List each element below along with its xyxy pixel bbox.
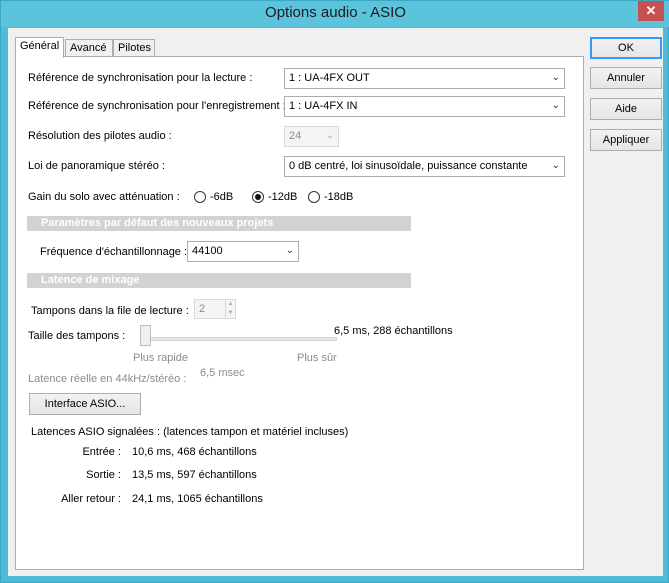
help-button[interactable]: Aide (590, 98, 662, 120)
sample-rate-select[interactable]: 44100 ⌄ (187, 241, 299, 262)
tab-drivers[interactable]: Pilotes (113, 39, 155, 57)
input-latency-value: 10,6 ms, 468 échantillons (132, 446, 257, 458)
stepper-up-icon[interactable]: ▲ (226, 300, 235, 309)
solo-gain-label: Gain du solo avec atténuation : (28, 191, 180, 203)
radio-label-minus-18db: -18dB (324, 191, 354, 203)
asio-interface-button[interactable]: Interface ASIO... (29, 393, 141, 415)
driver-resolution-label: Résolution des pilotes audio : (28, 130, 172, 142)
output-latency-label: Sortie : (86, 469, 121, 481)
buffer-size-value: 6,5 ms, 288 échantillons (334, 325, 453, 337)
input-latency-label: Entrée : (82, 446, 121, 458)
reported-latency-heading: Latences ASIO signalées : (latences tamp… (31, 426, 349, 438)
round-trip-latency-label: Aller retour : (61, 493, 121, 505)
tab-general[interactable]: Général (15, 37, 64, 58)
driver-resolution-value: 24 (289, 130, 302, 142)
buffer-size-slider-track[interactable] (142, 337, 337, 341)
radio-minus-12db[interactable] (252, 191, 264, 203)
effective-latency-value: 6,5 msec (200, 367, 245, 379)
sample-rate-value: 44100 (192, 245, 223, 257)
pan-law-select[interactable]: 0 dB centré, loi sinusoïdale, puissance … (284, 156, 565, 177)
pan-law-label: Loi de panoramique stéréo : (28, 160, 165, 172)
chevron-down-icon: ⌄ (551, 100, 560, 111)
pan-law-value: 0 dB centré, loi sinusoïdale, puissance … (289, 160, 528, 172)
chevron-down-icon: ⌄ (325, 130, 334, 141)
record-sync-select[interactable]: 1 : UA-4FX IN ⌄ (284, 96, 565, 117)
cancel-button[interactable]: Annuler (590, 67, 662, 89)
stepper-arrows[interactable]: ▲ ▼ (225, 300, 235, 318)
buffers-in-queue-label: Tampons dans la file de lecture : (31, 305, 189, 317)
radio-label-minus-6db: -6dB (210, 191, 234, 203)
playback-sync-label: Référence de synchronisation pour la lec… (28, 72, 253, 84)
buffers-in-queue-stepper[interactable]: 2 ▲ ▼ (194, 299, 236, 319)
chevron-down-icon: ⌄ (285, 245, 294, 256)
stepper-down-icon[interactable]: ▼ (226, 309, 235, 318)
record-sync-label: Référence de synchronisation pour l'enre… (28, 100, 286, 112)
ok-button[interactable]: OK (590, 37, 662, 59)
chevron-down-icon: ⌄ (551, 160, 560, 171)
playback-sync-select[interactable]: 1 : UA-4FX OUT ⌄ (284, 68, 565, 89)
buffer-size-slider-thumb[interactable] (140, 325, 151, 346)
new-project-defaults-header: Paramètres par défaut des nouveaux proje… (27, 216, 411, 231)
slider-right-caption: Plus sûr (297, 352, 337, 364)
dialog-window: Options audio - ASIO ✕ Général Avancé Pi… (0, 0, 669, 583)
record-sync-value: 1 : UA-4FX IN (289, 100, 358, 112)
sample-rate-label: Fréquence d'échantillonnage : (40, 246, 188, 258)
title-bar[interactable]: Options audio - ASIO ✕ (1, 1, 669, 27)
dialog-client: Général Avancé Pilotes OK Annuler Aide A… (8, 28, 663, 576)
mix-latency-header: Latence de mixage (27, 273, 411, 288)
output-latency-value: 13,5 ms, 597 échantillons (132, 469, 257, 481)
slider-left-caption: Plus rapide (133, 352, 189, 364)
close-button[interactable]: ✕ (638, 1, 664, 21)
general-tab-panel: Référence de synchronisation pour la lec… (15, 56, 584, 570)
radio-minus-6db[interactable] (194, 191, 206, 203)
radio-minus-18db[interactable] (308, 191, 320, 203)
apply-button[interactable]: Appliquer (590, 129, 662, 151)
buffers-in-queue-value: 2 (199, 303, 206, 315)
driver-resolution-select[interactable]: 24 ⌄ (284, 126, 339, 147)
chevron-down-icon: ⌄ (551, 72, 560, 83)
playback-sync-value: 1 : UA-4FX OUT (289, 72, 370, 84)
window-title: Options audio - ASIO (265, 4, 406, 21)
close-icon: ✕ (645, 3, 657, 18)
tab-advanced[interactable]: Avancé (65, 39, 113, 57)
buffer-size-label: Taille des tampons : (28, 330, 126, 342)
radio-label-minus-12db: -12dB (268, 191, 298, 203)
effective-latency-label: Latence réelle en 44kHz/stéréo : (28, 373, 187, 385)
round-trip-latency-value: 24,1 ms, 1065 échantillons (132, 493, 263, 505)
